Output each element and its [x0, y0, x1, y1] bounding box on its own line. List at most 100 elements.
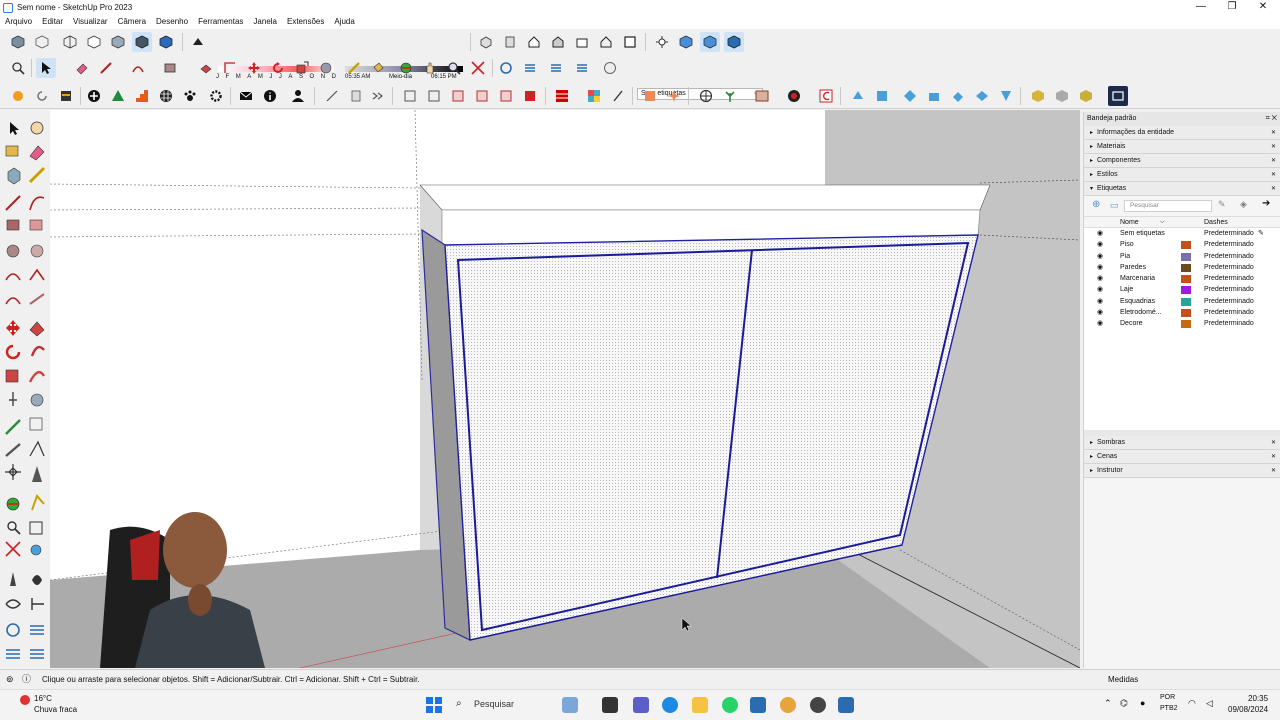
teams-chat-icon[interactable] — [633, 697, 649, 713]
extension-square-2-icon[interactable] — [424, 86, 444, 106]
tag-row[interactable]: ◉ Piso Predeterminado — [1084, 239, 1280, 250]
tag-row[interactable]: ◉ Pia Predeterminado — [1084, 251, 1280, 262]
section-instructor[interactable]: ▸ Instrutor ✕ — [1084, 464, 1280, 478]
language-secondary[interactable]: PTB2 — [1160, 705, 1178, 712]
section-entity-info[interactable]: ▸ Informações da entidade ✕ — [1084, 126, 1280, 140]
warehouse-icon[interactable] — [1028, 86, 1048, 106]
visibility-eye-icon[interactable]: ◉ — [1097, 251, 1103, 262]
extension-square-4-icon[interactable] — [472, 86, 492, 106]
whatsapp-icon[interactable] — [722, 697, 738, 713]
tag-color-swatch[interactable] — [1181, 309, 1191, 318]
windows-start-icon[interactable] — [426, 697, 442, 713]
shaded-style-button[interactable] — [108, 32, 128, 52]
display-section-fill-button[interactable] — [724, 32, 744, 52]
details-arrow-icon[interactable]: ➔ — [1262, 198, 1270, 209]
close-icon[interactable]: ✕ — [1271, 168, 1276, 182]
line-tool-button[interactable] — [96, 58, 116, 78]
extension-cross-icon[interactable] — [640, 86, 660, 106]
section-plane-button[interactable] — [652, 32, 672, 52]
weather-temp[interactable]: 16°C — [34, 694, 52, 703]
tag-color-swatch[interactable] — [1181, 320, 1191, 329]
iso-view-button[interactable] — [476, 32, 496, 52]
task-view-icon[interactable] — [602, 697, 618, 713]
extension-palette-icon[interactable] — [584, 86, 604, 106]
front-view-button[interactable] — [524, 32, 544, 52]
offset-tool-button[interactable] — [220, 58, 240, 78]
push-pull-tool-button[interactable] — [196, 58, 216, 78]
extension-pin-icon[interactable] — [608, 86, 628, 106]
extension-layers-icon[interactable] — [56, 86, 76, 106]
refresh-icon[interactable] — [32, 86, 52, 106]
extension-square-5-icon[interactable] — [496, 86, 516, 106]
tape-measure-tool-button[interactable] — [344, 58, 364, 78]
extension-blue-7-icon[interactable] — [996, 86, 1016, 106]
tag-row[interactable]: ◉ Esquadrias Predeterminado — [1084, 296, 1280, 307]
top-view-button[interactable] — [500, 32, 520, 52]
solid-tools-outer-shell-button[interactable] — [496, 58, 516, 78]
tag-pencil-icon[interactable]: ✎ — [1218, 199, 1226, 210]
pin-close-icons[interactable]: ⌗ ✕ — [1266, 112, 1277, 126]
model-viewport[interactable] — [50, 110, 1080, 668]
add-tag-icon[interactable]: ⊕ — [1092, 199, 1100, 210]
back-view-button[interactable] — [572, 32, 592, 52]
pan-tool-button[interactable] — [420, 58, 440, 78]
monochrome-style-button[interactable] — [156, 32, 176, 52]
close-icon[interactable]: ✕ — [1271, 154, 1276, 168]
arc-tool-button[interactable] — [128, 58, 148, 78]
measurements-input[interactable] — [1146, 673, 1280, 686]
tag-row[interactable]: ◉ Laje Predeterminado — [1084, 284, 1280, 295]
visibility-eye-icon[interactable]: ◉ — [1097, 318, 1103, 329]
edge-browser-icon[interactable] — [662, 697, 678, 713]
language-primary[interactable]: POR — [1160, 694, 1175, 701]
info-circle-icon[interactable]: ⓘ — [22, 670, 31, 689]
visibility-eye-icon[interactable]: ◉ — [1097, 284, 1103, 295]
extension-c-icon[interactable] — [816, 86, 836, 106]
extension-sun-icon[interactable] — [8, 86, 28, 106]
extension-grid-icon[interactable] — [156, 86, 176, 106]
menu-arquivo[interactable]: Arquivo — [0, 15, 37, 29]
close-icon[interactable]: ✕ — [1271, 450, 1276, 464]
share-component-icon[interactable] — [1052, 86, 1072, 106]
close-button[interactable]: ✕ — [1248, 0, 1278, 15]
display-section-planes-button[interactable] — [676, 32, 696, 52]
scale-tool-button[interactable] — [292, 58, 312, 78]
extension-square-6-icon[interactable] — [520, 86, 540, 106]
section-tags[interactable]: ▾ Etiquetas ✕ — [1084, 182, 1280, 196]
shaded-textures-style-button[interactable] — [132, 32, 152, 52]
move-tool-button[interactable] — [244, 58, 264, 78]
extension-star-icon[interactable] — [664, 86, 684, 106]
search-icon[interactable]: ⌕ — [456, 698, 462, 709]
microphone-icon[interactable]: ● — [1140, 698, 1145, 708]
backedges-style-button[interactable] — [32, 32, 52, 52]
menu-ajuda[interactable]: Ajuda — [329, 15, 359, 29]
extension-plant-icon[interactable] — [720, 86, 740, 106]
obs-recorder-icon[interactable] — [810, 697, 826, 713]
shadows-toggle-button[interactable] — [188, 32, 208, 52]
user-icon[interactable] — [288, 86, 308, 106]
solid-tools-union-button[interactable] — [546, 58, 566, 78]
follow-me-tool-button[interactable] — [316, 58, 336, 78]
orbit-tool-button[interactable] — [396, 58, 416, 78]
minimize-button[interactable]: — — [1186, 0, 1216, 15]
close-icon[interactable]: ✕ — [1271, 140, 1276, 154]
column-name[interactable]: Nome — [1120, 217, 1139, 228]
extension-paw-icon[interactable] — [180, 86, 200, 106]
rectangle-tool-button[interactable] — [160, 58, 180, 78]
tag-color-swatch[interactable] — [1181, 252, 1191, 261]
mail-icon[interactable] — [236, 86, 256, 106]
add-folder-icon[interactable]: ▭ — [1110, 200, 1119, 211]
display-section-cuts-button[interactable] — [700, 32, 720, 52]
tag-row[interactable]: ◉ Marcenaria Predeterminado — [1084, 273, 1280, 284]
tag-color-swatch[interactable] — [1181, 297, 1191, 306]
network-icon[interactable]: ⌬ — [1120, 698, 1128, 709]
tag-color-swatch[interactable] — [1181, 263, 1191, 272]
extension-doc-icon[interactable] — [346, 86, 366, 106]
extension-warehouse-icon[interactable] — [1076, 86, 1096, 106]
wifi-icon[interactable]: ◠ — [1188, 698, 1196, 709]
extension-triangle-icon[interactable] — [108, 86, 128, 106]
wireframe-style-button[interactable] — [60, 32, 80, 52]
section-shadows[interactable]: ▸ Sombras ✕ — [1084, 436, 1280, 450]
close-icon[interactable]: ✕ — [1271, 464, 1276, 478]
solid-tools-subtract-button[interactable] — [572, 58, 592, 78]
chrome-browser-icon[interactable] — [780, 697, 796, 713]
